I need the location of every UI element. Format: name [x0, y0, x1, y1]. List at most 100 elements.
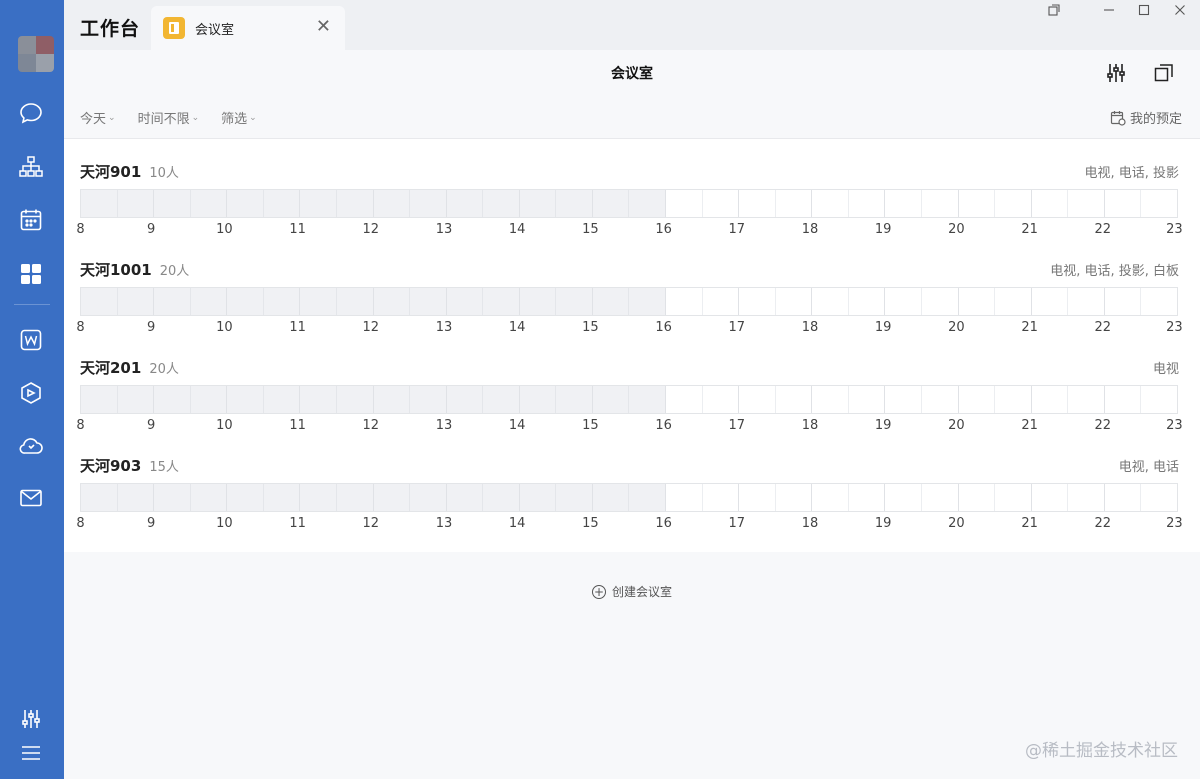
time-slot[interactable] [1141, 288, 1177, 315]
time-slot [263, 190, 301, 217]
plus-circle-icon: + [591, 584, 606, 599]
time-slot[interactable] [1031, 288, 1069, 315]
time-slot[interactable] [1068, 288, 1105, 315]
time-slot[interactable] [1141, 190, 1177, 217]
time-slot[interactable] [958, 386, 996, 413]
time-slot[interactable] [702, 484, 740, 511]
time-slot[interactable] [666, 386, 703, 413]
calendar-icon[interactable] [16, 205, 46, 235]
grid-apps-icon[interactable] [16, 259, 46, 289]
time-slot [190, 484, 228, 511]
time-slot [117, 484, 155, 511]
time-slot[interactable] [812, 288, 849, 315]
time-slot[interactable] [666, 288, 703, 315]
time-slot[interactable] [995, 288, 1032, 315]
hour-tick-label: 12 [362, 320, 380, 335]
time-slot[interactable] [1068, 484, 1105, 511]
room-equipment: 电视, 电话 [1118, 460, 1179, 475]
time-slot[interactable] [702, 288, 740, 315]
filter-more[interactable]: 筛选 ⌄ [221, 108, 257, 127]
time-slot[interactable] [848, 190, 886, 217]
cube-icon[interactable] [16, 378, 46, 408]
time-slot[interactable] [921, 484, 959, 511]
filter-date[interactable]: 今天 ⌄ [80, 108, 116, 127]
time-slot[interactable] [848, 288, 886, 315]
time-slot[interactable] [848, 386, 886, 413]
time-slot[interactable] [812, 190, 849, 217]
time-slot[interactable] [666, 190, 703, 217]
hamburger-menu-icon[interactable] [16, 738, 46, 768]
time-slot[interactable] [775, 288, 813, 315]
filter-time[interactable]: 时间不限 ⌄ [138, 108, 200, 127]
sliders-icon[interactable] [16, 704, 46, 734]
time-slot[interactable] [702, 190, 740, 217]
hour-axis: 8 9 10 11 12 13 14 15 16 17 18 19 20 21 22 23 [64, 516, 1200, 532]
time-slot[interactable] [995, 190, 1032, 217]
time-slot[interactable] [995, 484, 1032, 511]
booking-calendar-icon [1110, 110, 1126, 126]
close-icon[interactable]: ✕ [316, 18, 331, 36]
time-slot [592, 484, 630, 511]
mail-icon[interactable] [16, 483, 46, 513]
time-slot[interactable] [921, 288, 959, 315]
time-slot[interactable] [1104, 386, 1142, 413]
time-slot[interactable] [921, 386, 959, 413]
time-slot[interactable] [848, 484, 886, 511]
time-slot[interactable] [958, 288, 996, 315]
time-slot[interactable] [1068, 190, 1105, 217]
time-slot[interactable] [958, 484, 996, 511]
time-slot [300, 190, 337, 217]
word-doc-icon[interactable] [16, 325, 46, 355]
time-slot[interactable] [958, 190, 996, 217]
time-slot[interactable] [666, 484, 703, 511]
time-slot[interactable] [885, 386, 922, 413]
time-slot [227, 484, 264, 511]
maximize-icon[interactable] [1134, 2, 1154, 18]
room-name: 天河201 20人 [80, 357, 179, 378]
chat-bubble-icon[interactable] [16, 98, 46, 128]
cloud-icon[interactable] [16, 431, 46, 461]
time-slot [592, 386, 630, 413]
time-slot[interactable] [1104, 190, 1142, 217]
new-window-icon[interactable] [1153, 62, 1175, 84]
window-close-icon[interactable] [1170, 2, 1190, 18]
time-slot [154, 288, 191, 315]
time-slot[interactable] [1031, 386, 1069, 413]
time-slot[interactable] [1031, 484, 1069, 511]
my-booking-button[interactable]: 我的预定 [1110, 108, 1182, 127]
time-slot[interactable] [1141, 484, 1177, 511]
time-slot [81, 288, 118, 315]
time-slot[interactable] [885, 484, 922, 511]
create-room-button[interactable]: + 创建会议室 [64, 583, 1200, 600]
time-slot[interactable] [885, 190, 922, 217]
time-slot[interactable] [995, 386, 1032, 413]
minimize-icon[interactable] [1099, 2, 1119, 18]
hour-tick-label: 18 [801, 320, 819, 335]
time-slot[interactable] [739, 288, 776, 315]
time-slot[interactable] [921, 190, 959, 217]
time-slot[interactable] [1104, 288, 1142, 315]
avatar[interactable] [18, 36, 54, 72]
org-chart-icon[interactable] [16, 152, 46, 182]
time-slot[interactable] [1141, 386, 1177, 413]
time-slot[interactable] [885, 288, 922, 315]
time-slot [117, 386, 155, 413]
tab-meeting-room[interactable]: 会议室 ✕ [151, 6, 345, 50]
time-slot[interactable] [775, 190, 813, 217]
room-name: 天河1001 20人 [80, 259, 189, 280]
time-slot[interactable] [812, 386, 849, 413]
room-timeline [80, 189, 1178, 218]
time-slot[interactable] [739, 386, 776, 413]
time-slot[interactable] [775, 484, 813, 511]
time-slot[interactable] [739, 190, 776, 217]
sliders-icon[interactable] [1105, 62, 1127, 84]
time-slot[interactable] [739, 484, 776, 511]
time-slot[interactable] [1104, 484, 1142, 511]
time-slot[interactable] [812, 484, 849, 511]
hour-tick-label: 22 [1094, 516, 1112, 531]
time-slot[interactable] [702, 386, 740, 413]
time-slot[interactable] [1031, 190, 1069, 217]
time-slot[interactable] [1068, 386, 1105, 413]
pin-window-icon[interactable] [1044, 2, 1064, 18]
time-slot[interactable] [775, 386, 813, 413]
